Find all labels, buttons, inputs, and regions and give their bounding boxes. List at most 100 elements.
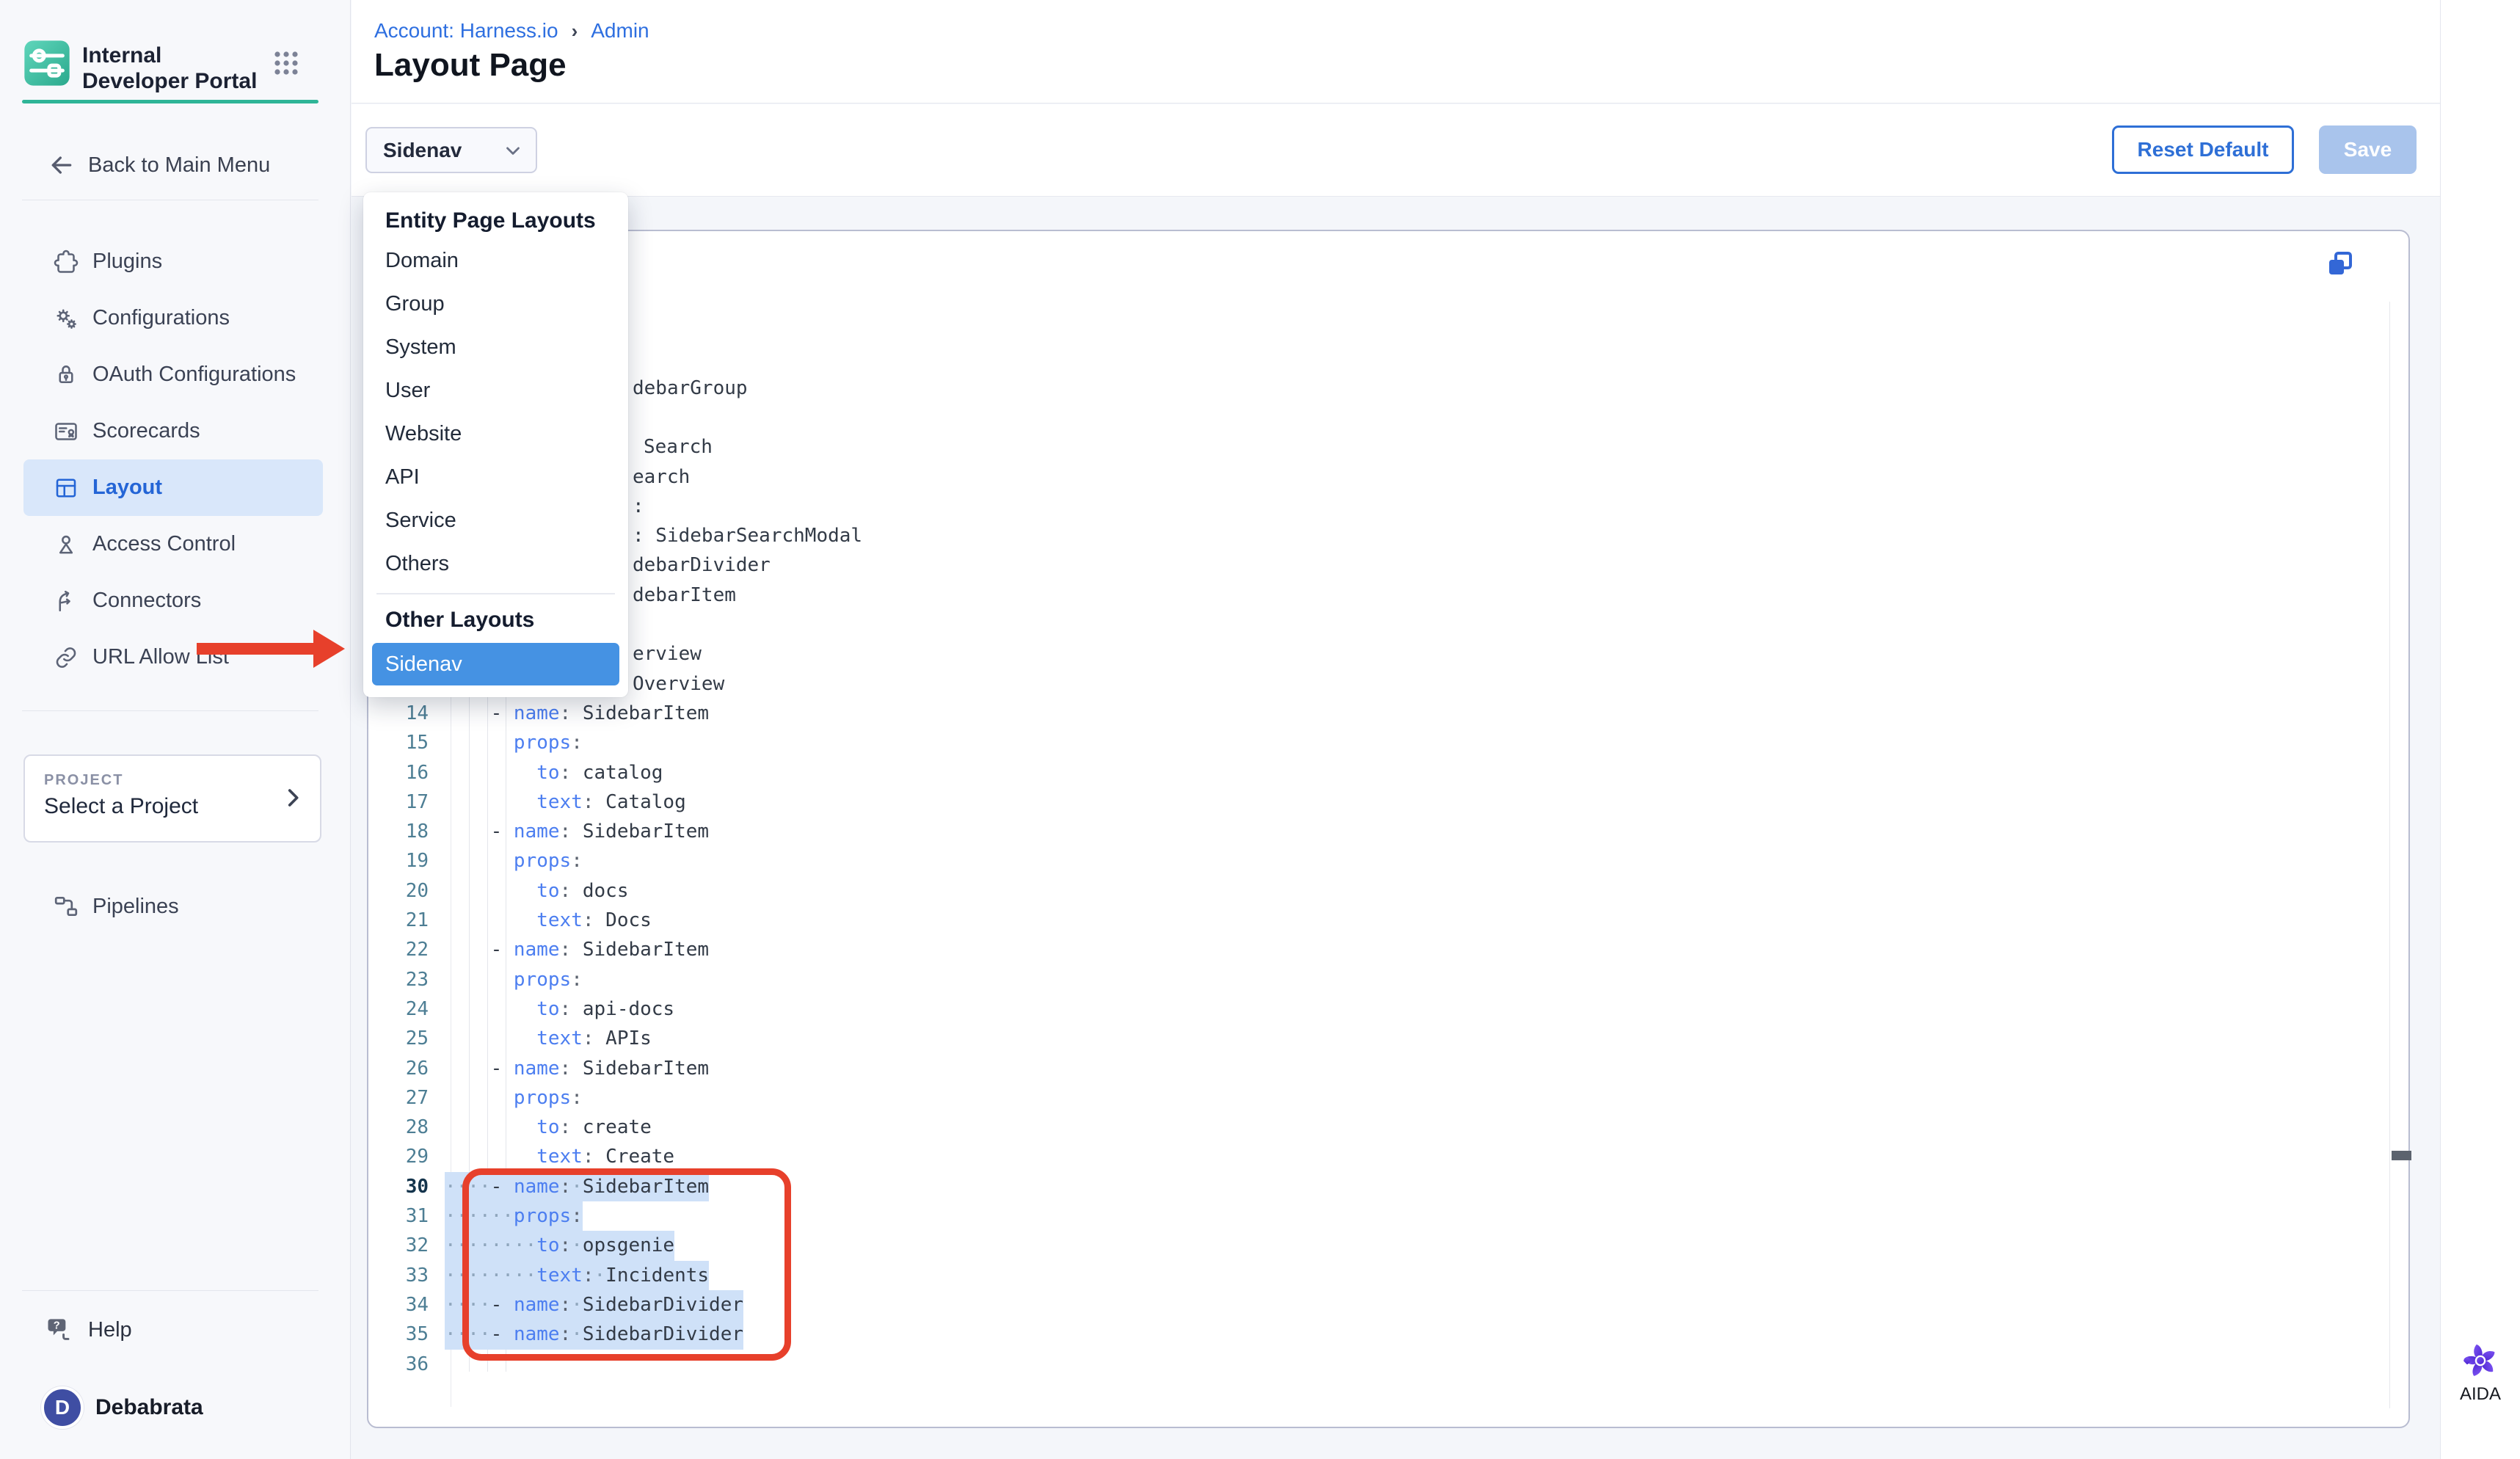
menu-item-service[interactable]: Service — [363, 499, 628, 542]
sidebar-item-layout[interactable]: Layout — [23, 459, 323, 516]
sidebar-item-configurations[interactable]: Configurations — [23, 290, 323, 346]
code-line-content: text: Create — [445, 1142, 674, 1171]
chevron-right-icon — [280, 785, 305, 810]
code-line-30: 30 ····- name:·SidebarItem — [368, 1172, 2350, 1201]
layout-select[interactable]: Sidenav — [365, 127, 537, 173]
menu-item-website[interactable]: Website — [363, 412, 628, 456]
code-fragment: debarDivider — [633, 550, 771, 580]
code-line-21: 21 text: Docs — [368, 906, 2350, 935]
code-line-content: ········to:·opsgenie — [445, 1231, 674, 1260]
back-label: Back to Main Menu — [88, 153, 270, 178]
sidebar-item-help[interactable]: ? Help — [23, 1304, 323, 1356]
menu-item-group[interactable]: Group — [363, 283, 628, 326]
menu-group-other-layouts: Other Layouts — [363, 602, 628, 638]
sidebar-item-label: Connectors — [92, 589, 201, 613]
code-line-20: 20 to: docs — [368, 876, 2350, 906]
code-fragment: debarItem — [633, 581, 736, 610]
breadcrumb-admin-link[interactable]: Admin — [591, 19, 649, 43]
menu-item-sidenav-selected[interactable]: Sidenav — [372, 643, 619, 685]
code-line-15: 15 props: — [368, 728, 2350, 757]
menu-divider — [376, 593, 615, 594]
code-line-content: ····- name:·SidebarItem — [445, 1172, 709, 1201]
code-line-content: - name: SidebarItem — [445, 1054, 709, 1083]
menu-item-user[interactable]: User — [363, 369, 628, 412]
code-line-25: 25 text: APIs — [368, 1024, 2350, 1053]
code-fragment: Overview — [633, 669, 724, 699]
save-button[interactable]: Save — [2319, 125, 2417, 174]
page-header: Account: Harness.io › Admin Layout Page — [352, 0, 2440, 103]
line-number: 30 — [368, 1172, 429, 1201]
project-selector[interactable]: PROJECT Select a Project — [23, 754, 321, 843]
sidebar-item-scorecards[interactable]: Scorecards — [23, 403, 323, 459]
code-line-content: ········text:·Incidents — [445, 1261, 709, 1290]
user-menu[interactable]: D Debabrata — [23, 1382, 323, 1433]
code-line-26: 26 - name: SidebarItem — [368, 1054, 2350, 1083]
code-line-content: ····- name:·SidebarDivider — [445, 1320, 743, 1349]
code-lines[interactable]: 14 - name: SidebarItem15 props:16 to: ca… — [368, 699, 2350, 1379]
yaml-editor-panel[interactable]: debarGroupSearchearch:: SidebarSearchMod… — [367, 230, 2410, 1428]
sidebar-item-oauth-configurations[interactable]: OAuth Configurations — [23, 346, 323, 403]
code-fragment: : — [633, 492, 644, 521]
scrollbar-track — [2389, 302, 2390, 1408]
idp-logo-icon — [23, 40, 70, 87]
menu-group-entity-layouts: Entity Page Layouts — [363, 203, 628, 239]
sidebar-item-url-allow-list[interactable]: URL Allow List — [23, 629, 323, 685]
code-line-content: to: api-docs — [445, 994, 674, 1024]
code-line-24: 24 to: api-docs — [368, 994, 2350, 1024]
line-number: 26 — [368, 1054, 429, 1083]
reset-default-button[interactable]: Reset Default — [2112, 125, 2294, 174]
menu-item-api[interactable]: API — [363, 456, 628, 499]
line-number: 35 — [368, 1320, 429, 1349]
chevron-right-icon: › — [572, 20, 578, 43]
sidebar-divider — [22, 710, 318, 711]
sidebar-item-label: OAuth Configurations — [92, 363, 296, 387]
sidebar-item-label: Access Control — [92, 532, 236, 556]
code-line-32: 32········to:·opsgenie — [368, 1231, 2350, 1260]
code-line-content: text: Docs — [445, 906, 652, 935]
layout-icon — [53, 475, 79, 501]
code-fragment: debarGroup — [633, 374, 748, 403]
code-line-23: 23 props: — [368, 965, 2350, 994]
breadcrumb: Account: Harness.io › Admin — [374, 19, 649, 43]
code-line-28: 28 to: create — [368, 1113, 2350, 1142]
code-line-content: - name: SidebarItem — [445, 935, 709, 964]
sidebar-item-access-control[interactable]: Access Control — [23, 516, 323, 572]
code-line-content: - name: SidebarItem — [445, 699, 709, 728]
back-to-main-menu[interactable]: Back to Main Menu — [22, 144, 318, 186]
user-name: Debabrata — [95, 1395, 203, 1420]
right-rail: AIDA — [2440, 0, 2520, 1459]
code-line-content: ······props: — [445, 1201, 583, 1231]
code-line-content: to: catalog — [445, 758, 663, 787]
app-grid-icon[interactable] — [269, 46, 304, 81]
code-line-19: 19 props: — [368, 846, 2350, 876]
copy-icon[interactable] — [2323, 249, 2359, 284]
code-line-content: to: docs — [445, 876, 628, 906]
toolbar: Sidenav Reset Default Save — [352, 104, 2440, 197]
line-number: 24 — [368, 994, 429, 1024]
sidebar-item-pipelines[interactable]: Pipelines — [23, 881, 323, 932]
help-chat-icon: ? — [44, 1314, 76, 1346]
sidebar-item-plugins[interactable]: Plugins — [23, 233, 323, 290]
scrollbar-thumb[interactable] — [2392, 1151, 2411, 1160]
aida-assistant-button[interactable]: AIDA — [2441, 1342, 2520, 1405]
code-line-14: 14 - name: SidebarItem — [368, 699, 2350, 728]
code-line-33: 33········text:·Incidents — [368, 1261, 2350, 1290]
code-line-22: 22 - name: SidebarItem — [368, 935, 2350, 964]
sidebar-item-connectors[interactable]: Connectors — [23, 572, 323, 629]
sidebar-item-label: Plugins — [92, 250, 162, 274]
sidebar-item-label: Configurations — [92, 306, 230, 330]
menu-item-others[interactable]: Others — [363, 542, 628, 586]
help-label: Help — [88, 1318, 132, 1342]
code-fragment: : SidebarSearchModal — [633, 521, 862, 550]
code-line-content: props: — [445, 965, 583, 994]
code-line-content: text: Catalog — [445, 787, 686, 817]
line-number: 28 — [368, 1113, 429, 1142]
breadcrumb-account-link[interactable]: Account: Harness.io — [374, 19, 558, 43]
code-fragment: earch — [633, 462, 690, 492]
plugins-icon — [53, 249, 79, 275]
annotation-arrow-head — [313, 630, 345, 668]
menu-item-system[interactable]: System — [363, 326, 628, 369]
menu-item-domain[interactable]: Domain — [363, 239, 628, 283]
line-number: 18 — [368, 817, 429, 846]
aida-icon — [2441, 1342, 2520, 1380]
